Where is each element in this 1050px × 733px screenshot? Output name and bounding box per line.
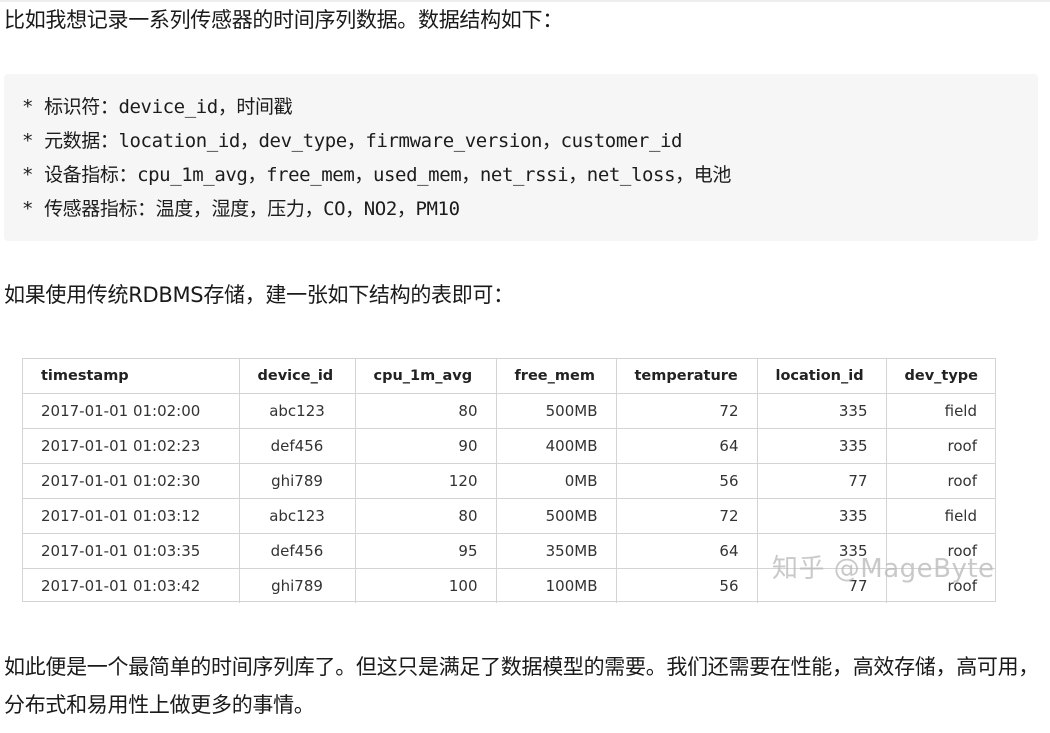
column-header: timestamp <box>23 359 240 394</box>
table-cell: 120 <box>354 463 497 499</box>
table-cell: 64 <box>615 533 758 569</box>
code-line: * 元数据：location_id，dev_type，firmware_vers… <box>22 130 683 152</box>
column-header: device_id <box>238 359 356 394</box>
column-header: temperature <box>615 359 758 394</box>
table-row: 2017-01-01 01:02:23 def456 90 400MB 64 335 roo… <box>23 428 995 464</box>
table-cell: 80 <box>354 393 497 429</box>
table-cell: field <box>885 498 995 534</box>
table-cell: abc123 <box>238 498 356 534</box>
table-cell: 100MB <box>495 568 617 603</box>
table-cell: 72 <box>615 498 758 534</box>
table-cell: 400MB <box>495 428 617 464</box>
table-cell: 95 <box>354 533 497 569</box>
table-cell: field <box>885 393 995 429</box>
table-cell: 2017-01-01 01:02:30 <box>23 463 240 499</box>
table-cell: 0MB <box>495 463 617 499</box>
table-cell: 335 <box>756 393 887 429</box>
conclusion-paragraph: 如此便是一个最简单的时间序列库了。但这只是满足了数据模型的需要。我们还需要在性能… <box>4 655 1039 717</box>
table-header-row: timestamp device_id cpu_1m_avg free_mem … <box>23 359 995 394</box>
table-cell: 56 <box>615 463 758 499</box>
table-row: 2017-01-01 01:02:00 abc123 80 500MB 72 335 fie… <box>23 393 995 429</box>
table-cell: roof <box>885 463 995 499</box>
table-cell: 100 <box>354 568 497 603</box>
table-cell: 350MB <box>495 533 617 569</box>
column-header: location_id <box>756 359 887 394</box>
table-cell: 72 <box>615 393 758 429</box>
table-row: 2017-01-01 01:03:12 abc123 80 500MB 72 335 fie… <box>23 498 995 534</box>
intro-paragraph: 比如我想记录一系列传感器的时间序列数据。数据结构如下： <box>4 8 563 32</box>
code-line: * 传感器指标：温度，湿度，压力，CO，NO2，PM10 <box>22 198 460 220</box>
table-intro-paragraph: 如果使用传统RDBMS存储，建一张如下结构的表即可： <box>4 283 514 307</box>
table-cell: 2017-01-01 01:02:00 <box>23 393 240 429</box>
table-cell: 2017-01-01 01:03:35 <box>23 533 240 569</box>
table-cell: 90 <box>354 428 497 464</box>
table-cell: 335 <box>756 428 887 464</box>
table-cell: roof <box>885 428 995 464</box>
table-cell: 2017-01-01 01:03:42 <box>23 568 240 603</box>
code-line: * 设备指标：cpu_1m_avg，free_mem，used_mem，net_… <box>22 164 731 186</box>
table-cell: def456 <box>238 533 356 569</box>
table-cell: ghi789 <box>238 463 356 499</box>
column-header: cpu_1m_avg <box>354 359 497 394</box>
zhihu-watermark: 知乎 @MageByte <box>772 554 995 584</box>
table-cell: ghi789 <box>238 568 356 603</box>
column-header: dev_type <box>885 359 995 394</box>
code-line: * 标识符：device_id，时间戳 <box>22 96 293 118</box>
table-cell: 2017-01-01 01:03:12 <box>23 498 240 534</box>
table-cell: 64 <box>615 428 758 464</box>
table-cell: 500MB <box>495 393 617 429</box>
table-cell: abc123 <box>238 393 356 429</box>
table-row: 2017-01-01 01:02:30 ghi789 120 0MB 56 77 roof <box>23 463 995 499</box>
table-cell: 500MB <box>495 498 617 534</box>
table-cell: 77 <box>756 463 887 499</box>
table-cell: 80 <box>354 498 497 534</box>
table-cell: def456 <box>238 428 356 464</box>
column-header: free_mem <box>495 359 617 394</box>
table-cell: 2017-01-01 01:02:23 <box>23 428 240 464</box>
table-cell: 56 <box>615 568 758 603</box>
table-cell: 335 <box>756 498 887 534</box>
code-block: * 标识符：device_id，时间戳 * 元数据：location_id，de… <box>4 74 1038 241</box>
